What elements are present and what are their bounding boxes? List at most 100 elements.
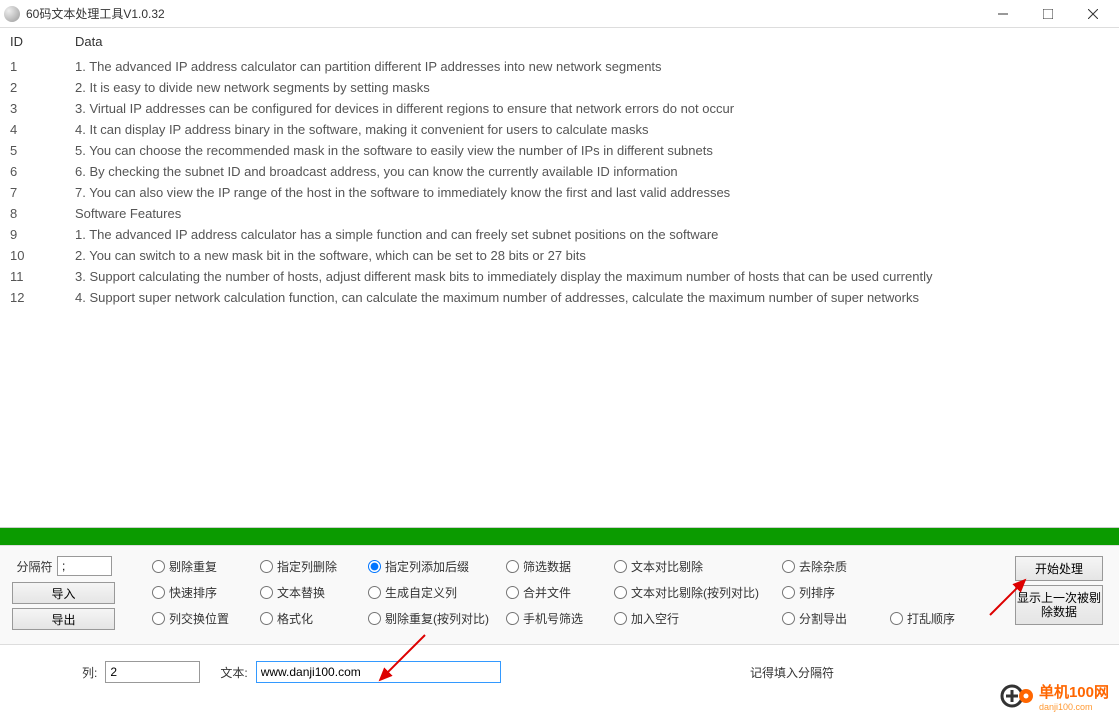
radio-row-2: 快速排序 文本替换 生成自定义列 合并文件 文本对比剔除(按列对比) 列排序 <box>152 582 1015 602</box>
table-row[interactable]: 44. It can display IP address binary in … <box>0 119 1119 140</box>
window-title: 60码文本处理工具V1.0.32 <box>26 5 980 22</box>
cell-id: 4 <box>0 119 65 140</box>
logo-name-en: danji100.com <box>1039 702 1109 712</box>
radio-option[interactable]: 列排序 <box>782 584 882 601</box>
radio-option[interactable]: 去除杂质 <box>782 558 882 575</box>
radio-label: 合并文件 <box>523 584 571 601</box>
radio-label: 手机号筛选 <box>523 610 583 627</box>
cell-data: 7. You can also view the IP range of the… <box>65 182 1119 203</box>
radio-option[interactable]: 筛选数据 <box>506 558 606 575</box>
cell-id: 11 <box>0 266 65 287</box>
cell-id: 5 <box>0 140 65 161</box>
radio-label: 去除杂质 <box>799 558 847 575</box>
cell-data: 1. The advanced IP address calculator ca… <box>65 56 1119 78</box>
radio-option[interactable]: 文本对比剔除 <box>614 558 774 575</box>
reminder-note: 记得填入分隔符 <box>750 664 834 681</box>
start-button[interactable]: 开始处理 <box>1015 556 1103 581</box>
maximize-button[interactable] <box>1025 1 1070 27</box>
radio-label: 指定列添加后缀 <box>385 558 469 575</box>
column-label: 列: <box>82 664 97 681</box>
export-button[interactable]: 导出 <box>12 608 115 630</box>
cell-data: 4. It can display IP address binary in t… <box>65 119 1119 140</box>
cell-id: 12 <box>0 287 65 308</box>
radio-label: 文本对比剔除(按列对比) <box>631 584 759 601</box>
radio-option[interactable]: 加入空行 <box>614 610 774 627</box>
radio-option[interactable]: 格式化 <box>260 610 360 627</box>
separator-label: 分隔符 <box>12 558 57 575</box>
watermark-logo: 单机100网 danji100.com <box>999 678 1109 714</box>
cell-data: 3. Support calculating the number of hos… <box>65 266 1119 287</box>
radio-label: 快速排序 <box>169 584 217 601</box>
cell-data: 2. You can switch to a new mask bit in t… <box>65 245 1119 266</box>
table-row[interactable]: 11. The advanced IP address calculator c… <box>0 56 1119 78</box>
cell-data: 4. Support super network calculation fun… <box>65 287 1119 308</box>
minimize-button[interactable] <box>980 1 1025 27</box>
radio-label: 剔除重复 <box>169 558 217 575</box>
text-label: 文本: <box>220 664 247 681</box>
column-header-id[interactable]: ID <box>0 28 65 56</box>
radio-options: 剔除重复 指定列删除 指定列添加后缀 筛选数据 文本对比剔除 去除杂质 快速排序 文本替换 生… <box>132 556 1015 634</box>
radio-label: 加入空行 <box>631 610 679 627</box>
cell-data: Software Features <box>65 203 1119 224</box>
table-row[interactable]: 91. The advanced IP address calculator h… <box>0 224 1119 245</box>
cell-data: 5. You can choose the recommended mask i… <box>65 140 1119 161</box>
radio-label: 列交换位置 <box>169 610 229 627</box>
table-row[interactable]: 22. It is easy to divide new network seg… <box>0 77 1119 98</box>
cell-id: 8 <box>0 203 65 224</box>
radio-option[interactable]: 列交换位置 <box>152 610 252 627</box>
radio-option[interactable]: 打乱顺序 <box>890 610 990 627</box>
table-row[interactable]: 55. You can choose the recommended mask … <box>0 140 1119 161</box>
cell-id: 10 <box>0 245 65 266</box>
radio-option[interactable]: 合并文件 <box>506 584 606 601</box>
radio-option[interactable]: 手机号筛选 <box>506 610 606 627</box>
options-panel: 分隔符 导入 导出 剔除重复 指定列删除 指定列添加后缀 筛选数据 文本对比剔除 去除杂质… <box>0 545 1119 645</box>
radio-option[interactable]: 剔除重复 <box>152 558 252 575</box>
separator-input[interactable] <box>57 556 112 576</box>
data-grid[interactable]: ID Data 11. The advanced IP address calc… <box>0 28 1119 528</box>
import-button[interactable]: 导入 <box>12 582 115 604</box>
cell-data: 2. It is easy to divide new network segm… <box>65 77 1119 98</box>
table-row[interactable]: 124. Support super network calculation f… <box>0 287 1119 308</box>
radio-option[interactable]: 指定列添加后缀 <box>368 558 498 575</box>
radio-option[interactable]: 指定列删除 <box>260 558 360 575</box>
radio-option[interactable]: 快速排序 <box>152 584 252 601</box>
radio-label: 剔除重复(按列对比) <box>385 610 489 627</box>
radio-label: 分割导出 <box>799 610 847 627</box>
cell-id: 6 <box>0 161 65 182</box>
logo-icon <box>999 678 1035 714</box>
cell-data: 6. By checking the subnet ID and broadca… <box>65 161 1119 182</box>
show-last-removed-button[interactable]: 显示上一次被剔除数据 <box>1015 585 1103 625</box>
table-row[interactable]: 113. Support calculating the number of h… <box>0 266 1119 287</box>
radio-label: 格式化 <box>277 610 313 627</box>
radio-label: 指定列删除 <box>277 558 337 575</box>
window-controls <box>980 1 1115 27</box>
radio-label: 文本替换 <box>277 584 325 601</box>
left-controls: 分隔符 导入 导出 <box>12 556 132 634</box>
text-input[interactable] <box>256 661 501 683</box>
right-controls: 开始处理 显示上一次被剔除数据 <box>1015 556 1107 634</box>
cell-id: 3 <box>0 98 65 119</box>
cell-id: 2 <box>0 77 65 98</box>
radio-row-3: 列交换位置 格式化 剔除重复(按列对比) 手机号筛选 加入空行 分割导出 打乱顺序 <box>152 608 1015 628</box>
table-row[interactable]: 102. You can switch to a new mask bit in… <box>0 245 1119 266</box>
cell-id: 7 <box>0 182 65 203</box>
close-button[interactable] <box>1070 1 1115 27</box>
column-header-data[interactable]: Data <box>65 28 1119 56</box>
title-bar: 60码文本处理工具V1.0.32 <box>0 0 1119 28</box>
radio-row-1: 剔除重复 指定列删除 指定列添加后缀 筛选数据 文本对比剔除 去除杂质 <box>152 556 1015 576</box>
cell-id: 9 <box>0 224 65 245</box>
table-row[interactable]: 66. By checking the subnet ID and broadc… <box>0 161 1119 182</box>
radio-label: 文本对比剔除 <box>631 558 703 575</box>
radio-option[interactable]: 文本对比剔除(按列对比) <box>614 584 774 601</box>
radio-option[interactable]: 分割导出 <box>782 610 882 627</box>
radio-label: 筛选数据 <box>523 558 571 575</box>
radio-option[interactable]: 文本替换 <box>260 584 360 601</box>
column-input[interactable] <box>105 661 200 683</box>
table-row[interactable]: 33. Virtual IP addresses can be configur… <box>0 98 1119 119</box>
radio-option[interactable]: 剔除重复(按列对比) <box>368 610 498 627</box>
cell-data: 3. Virtual IP addresses can be configure… <box>65 98 1119 119</box>
radio-option[interactable]: 生成自定义列 <box>368 584 498 601</box>
logo-name-cn: 单机100网 <box>1039 681 1109 702</box>
table-row[interactable]: 77. You can also view the IP range of th… <box>0 182 1119 203</box>
table-row[interactable]: 8Software Features <box>0 203 1119 224</box>
